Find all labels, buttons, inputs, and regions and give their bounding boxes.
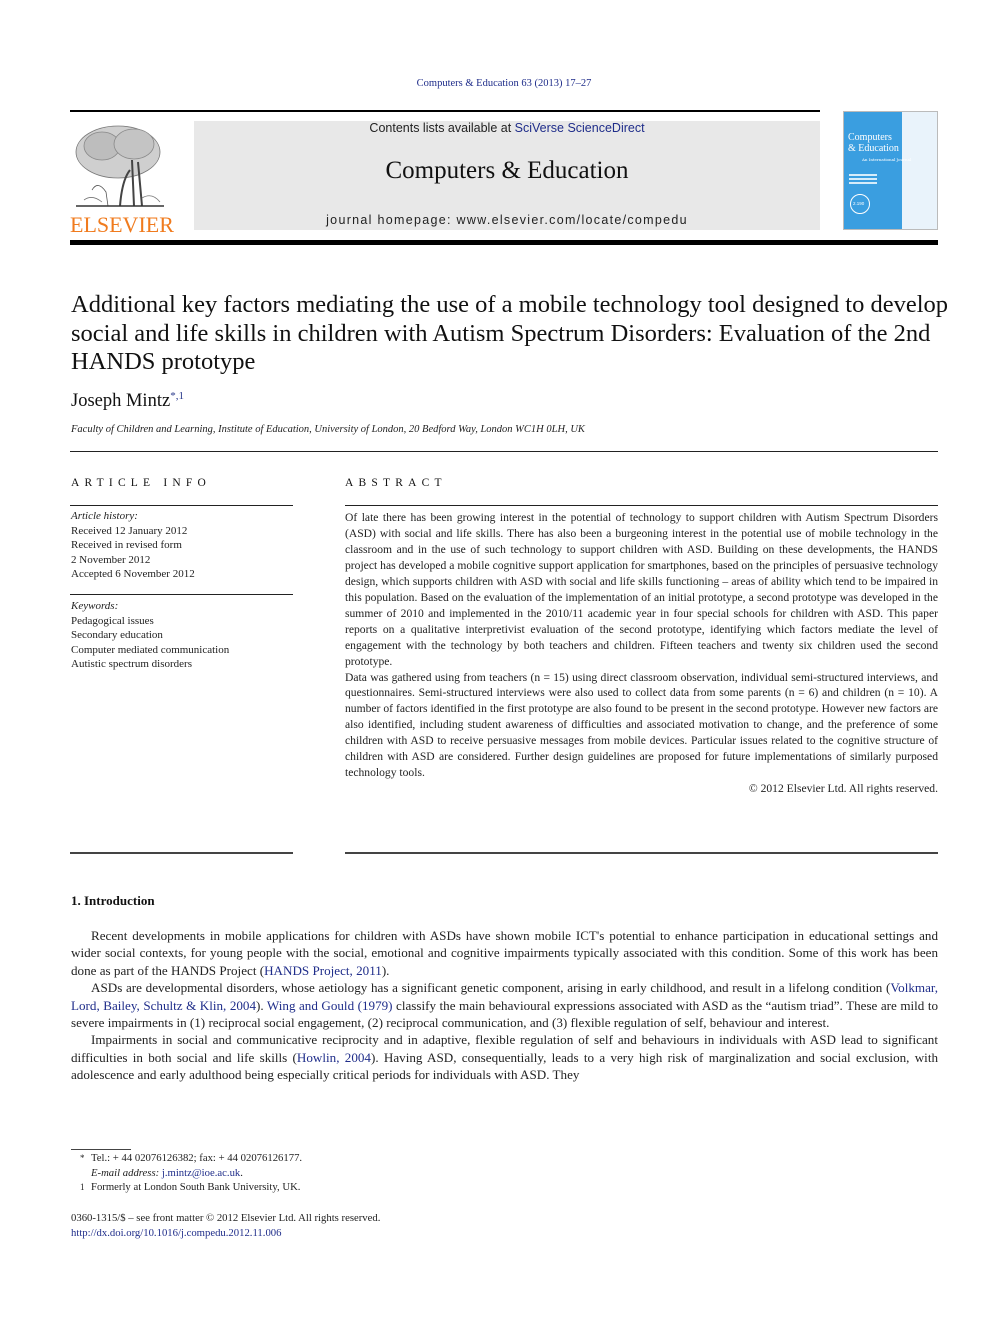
tree-icon bbox=[75, 125, 164, 207]
abstract-body: Of late there has been growing interest … bbox=[345, 510, 938, 797]
abstract-copyright: © 2012 Elsevier Ltd. All rights reserved… bbox=[748, 782, 938, 796]
article-info-bottom-rule bbox=[70, 852, 293, 854]
front-matter: 0360-1315/$ – see front matter © 2012 El… bbox=[71, 1211, 380, 1240]
text-run: . bbox=[240, 1166, 243, 1179]
email-label: E-mail address: bbox=[91, 1166, 162, 1179]
keywords-rule bbox=[70, 594, 293, 595]
author-marks[interactable]: *,1 bbox=[170, 390, 184, 402]
journal-cover-thumbnail: Computers & Education An International J… bbox=[843, 111, 938, 230]
article-history: Article history: Received 12 January 201… bbox=[71, 509, 296, 582]
article-info-heading: ARTICLE INFO bbox=[71, 477, 211, 489]
title-rule bbox=[70, 451, 938, 452]
footnote-contact-text: Tel.: + 44 02076126382; fax: + 44 020761… bbox=[91, 1152, 303, 1164]
journal-banner: Contents lists available at SciVerse Sci… bbox=[194, 121, 820, 230]
text-run: Recent developments in mobile applicatio… bbox=[71, 928, 938, 978]
abstract-bottom-rule bbox=[345, 852, 938, 854]
cover-badge-text: 2.190 bbox=[853, 201, 865, 206]
journal-reference[interactable]: Computers & Education 63 (2013) 17–27 bbox=[0, 78, 992, 89]
cover-subtitle: An International Journal bbox=[862, 157, 912, 162]
footnote-email: E-mail address: j.mintz@ioe.ac.uk. bbox=[71, 1166, 571, 1181]
abstract-paragraph: Of late there has been growing interest … bbox=[345, 511, 938, 668]
text-run: ). bbox=[256, 997, 267, 1013]
abstract-heading: ABSTRACT bbox=[345, 477, 447, 489]
header-rule bbox=[70, 110, 820, 112]
author-name: Joseph Mintz bbox=[71, 391, 171, 412]
author-affiliation: Faculty of Children and Learning, Instit… bbox=[71, 424, 585, 435]
elsevier-wordmark: ELSEVIER bbox=[70, 212, 174, 237]
text-run: ASDs are developmental disorders, whose … bbox=[91, 980, 891, 996]
contents-prefix: Contents lists available at bbox=[369, 121, 515, 135]
header-thick-rule bbox=[70, 240, 938, 245]
contents-line: Contents lists available at SciVerse Sci… bbox=[194, 121, 820, 135]
footnote-one-mark: 1 bbox=[80, 1182, 85, 1193]
history-label: Article history: bbox=[71, 510, 138, 522]
homepage-url[interactable]: www.elsevier.com/locate/compedu bbox=[457, 213, 688, 227]
section-heading-introduction: 1. Introduction bbox=[71, 893, 155, 908]
citation-link[interactable]: HANDS Project, 2011 bbox=[264, 963, 382, 978]
footnote-rule bbox=[71, 1149, 131, 1150]
introduction-body: Recent developments in mobile applicatio… bbox=[71, 927, 938, 1084]
article-info-rule bbox=[70, 505, 293, 506]
journal-reference-link[interactable]: Computers & Education 63 (2013) 17–27 bbox=[417, 78, 592, 89]
citation-link[interactable]: Wing and Gould (1979) bbox=[267, 998, 393, 1013]
citation-link[interactable]: Howlin, 2004 bbox=[297, 1050, 371, 1065]
article-title: Additional key factors mediating the use… bbox=[71, 291, 949, 375]
history-item: Received 12 January 2012 bbox=[71, 524, 188, 537]
text-run: ). bbox=[381, 962, 390, 978]
intro-paragraph: ASDs are developmental disorders, whose … bbox=[71, 979, 938, 1031]
sciencedirect-link[interactable]: SciVerse ScienceDirect bbox=[515, 121, 645, 135]
keyword-item: Computer mediated communication bbox=[71, 643, 230, 656]
journal-homepage: journal homepage: www.elsevier.com/locat… bbox=[194, 213, 820, 227]
cover-editor-lines bbox=[849, 174, 877, 186]
homepage-prefix: journal homepage: bbox=[326, 213, 457, 227]
intro-paragraph: Impairments in social and communicative … bbox=[71, 1031, 938, 1083]
cover-title: Computers & Education bbox=[848, 132, 899, 154]
email-link[interactable]: j.mintz@ioe.ac.uk bbox=[162, 1167, 240, 1179]
keywords-label: Keywords: bbox=[71, 600, 119, 612]
history-item: Accepted 6 November 2012 bbox=[71, 568, 195, 581]
footnote-formerly-text: Formerly at London South Bank University… bbox=[91, 1181, 301, 1194]
footnote-contact: * Tel.: + 44 02076126382; fax: + 44 0207… bbox=[71, 1151, 571, 1166]
history-item: Received in revised form bbox=[71, 539, 182, 552]
cover-title-line2: & Education bbox=[848, 143, 899, 154]
keyword-item: Pedagogical issues bbox=[71, 614, 154, 627]
keyword-item: Autistic spectrum disorders bbox=[71, 658, 192, 671]
issn-line: 0360-1315/$ – see front matter © 2012 El… bbox=[71, 1212, 381, 1224]
history-item: 2 November 2012 bbox=[71, 553, 151, 566]
journal-title: Computers & Education bbox=[385, 157, 629, 184]
abstract-paragraph: Data was gathered using from teachers (n… bbox=[345, 670, 938, 780]
cover-title-line1: Computers bbox=[848, 132, 892, 143]
footnote-star-mark: * bbox=[80, 1153, 85, 1163]
author-line: Joseph Mintz*,1 bbox=[71, 390, 184, 412]
abstract-rule bbox=[345, 505, 938, 506]
keywords: Keywords: Pedagogical issues Secondary e… bbox=[71, 599, 296, 672]
keyword-item: Secondary education bbox=[71, 629, 163, 642]
doi-link[interactable]: http://dx.doi.org/10.1016/j.compedu.2012… bbox=[71, 1226, 380, 1241]
footnotes: * Tel.: + 44 02076126382; fax: + 44 0207… bbox=[71, 1151, 571, 1195]
footnote-formerly: 1 Formerly at London South Bank Universi… bbox=[71, 1180, 571, 1195]
intro-paragraph: Recent developments in mobile applicatio… bbox=[71, 927, 938, 979]
publisher-logo: ELSEVIER bbox=[70, 120, 174, 237]
